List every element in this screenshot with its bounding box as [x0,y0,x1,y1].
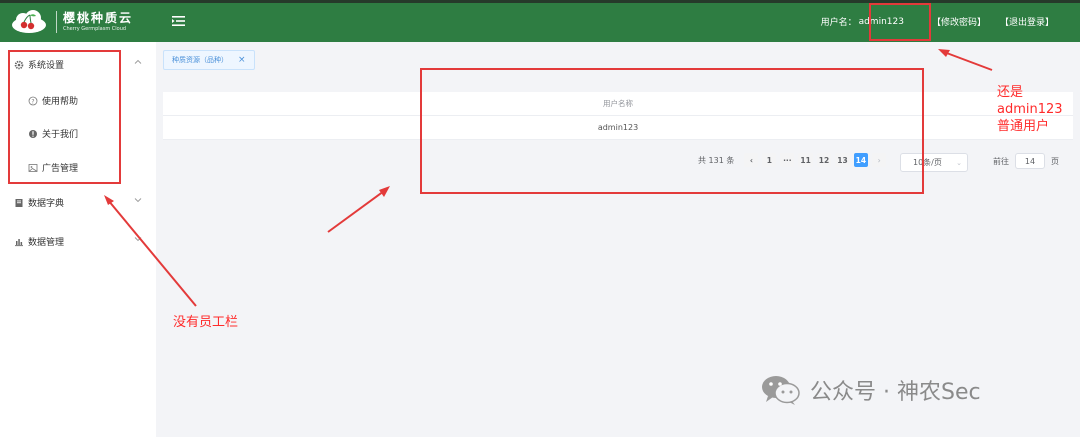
book-icon [14,198,24,208]
page-jumper: 前往 页 [993,153,1059,169]
logo-title: 樱桃种质云 [63,10,134,25]
logo-divider [56,11,57,33]
cherry-cloud-icon [10,10,48,34]
watermark-text: 公众号 · 神农Sec [810,380,981,405]
annotation-arrows [104,49,993,307]
annotation-box-username [869,3,931,41]
menu-collapse-icon[interactable] [172,15,185,27]
username-label: 用户名： [820,18,857,28]
chevron-down-icon[interactable] [134,196,142,204]
annotation-note-left: 没有员工栏 [173,315,239,330]
annotation-box-table [420,68,924,194]
change-password-link[interactable]: 【修改密码】 [932,15,986,28]
user-area: 用户名： admin123 【修改密码】 【退出登录】 [820,15,1054,29]
sidebar-item-label: 数据字典 [28,199,65,209]
goto-label: 前往 [993,156,1009,166]
chevron-down-icon[interactable] [134,235,142,243]
chevron-up-icon[interactable] [134,58,142,66]
logout-link[interactable]: 【退出登录】 [1000,15,1054,28]
close-icon[interactable]: × [238,55,246,65]
annotation-line: admin123 [997,102,1063,117]
chevron-down-icon: ⌄ [956,159,962,167]
goto-page-input[interactable] [1015,153,1045,169]
sidebar-item-data-management[interactable]: 数据管理 [14,235,64,248]
watermark: 公众号 · 神农Sec [760,373,981,407]
tab-germplasm-variety[interactable]: 种质资源（品种） × [163,50,255,70]
goto-suffix: 页 [1051,156,1059,166]
logo-subtitle: Cherry Germplasm Cloud [63,25,127,32]
annotation-line: 普通用户 [997,119,1050,134]
sidebar-item-data-dictionary[interactable]: 数据字典 [14,196,64,209]
annotation-box-sidebar [8,50,121,184]
annotation-note-right: 还是 admin123 普通用户 [997,84,1063,135]
bar-chart-icon [14,237,24,247]
wechat-icon [760,373,802,407]
logo-text: 樱桃种质云 Cherry Germplasm Cloud [63,10,134,33]
app-logo[interactable]: 樱桃种质云 Cherry Germplasm Cloud [10,9,133,35]
annotation-line: 还是 [997,85,1024,100]
sidebar-item-label: 数据管理 [28,238,65,248]
tab-label: 种质资源（品种） [172,56,228,64]
